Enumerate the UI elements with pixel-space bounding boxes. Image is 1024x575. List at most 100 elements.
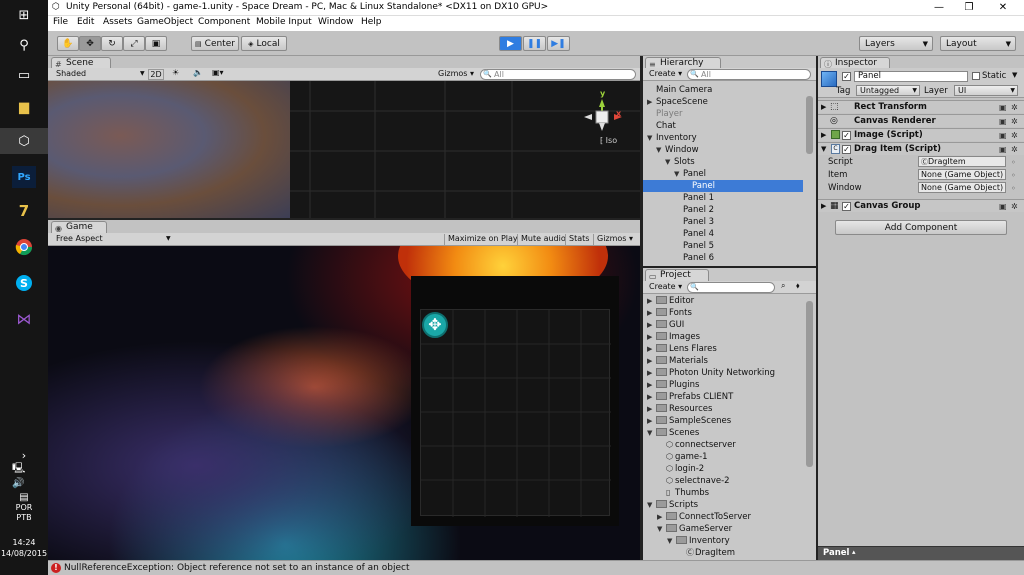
project-item[interactable]: ▶ Images [647, 331, 807, 343]
pause-button[interactable]: ❚❚ [523, 36, 546, 51]
hierarchy-item[interactable]: Panel 3 [643, 216, 803, 228]
project-item[interactable]: ▶ ConnectToServer [647, 511, 807, 523]
canvas-renderer-header[interactable]: ◎ Canvas Renderer ▣ ✲ [818, 114, 1024, 127]
status-bar[interactable]: ! NullReferenceException: Object referen… [48, 560, 1024, 575]
hierarchy-item[interactable]: ▼ Panel [643, 168, 803, 180]
project-item[interactable]: ▶ Lens Flares [647, 343, 807, 355]
gear-icon[interactable]: ✲ [1011, 116, 1020, 126]
project-item[interactable]: ▶ Materials [647, 355, 807, 367]
lighting-icon[interactable]: ☀ [172, 68, 179, 79]
language-code[interactable]: POR [0, 503, 48, 512]
help-book-icon[interactable]: ▣ [999, 130, 1008, 140]
hierarchy-item[interactable]: Panel 1 [643, 192, 803, 204]
project-item[interactable]: ▶ Editor [647, 295, 807, 307]
move-handle-icon[interactable]: ✥ [422, 312, 448, 338]
drag-item-enabled-checkbox[interactable]: ✓ [842, 145, 851, 154]
network-volume-icon[interactable]: 🖳🔊 [12, 463, 36, 489]
collapsed-arrow-icon[interactable]: ▶ [647, 415, 656, 427]
project-item[interactable]: ▯ Thumbs [647, 487, 807, 499]
project-item[interactable]: ⬡ selectnave-2 [647, 475, 807, 487]
project-scrollbar[interactable] [805, 295, 814, 560]
collapse-arrow-icon[interactable]: ▼ [821, 143, 826, 155]
item-object-field[interactable]: None (Game Object) [918, 169, 1006, 180]
menu-assets[interactable]: Assets [103, 17, 132, 27]
photoshop-icon[interactable]: Ps [12, 166, 36, 188]
orientation-gizmo[interactable]: y x ⁅ Iso [582, 89, 630, 149]
collapsed-arrow-icon[interactable]: ▶ [647, 307, 656, 319]
collapsed-arrow-icon[interactable]: ▶ [647, 391, 656, 403]
clock-date[interactable]: 14/08/2015 [0, 549, 48, 558]
gear-icon[interactable]: ✲ [1011, 102, 1020, 112]
menu-window[interactable]: Window [318, 17, 354, 27]
collapsed-arrow-icon[interactable]: ▶ [647, 295, 656, 307]
hierarchy-search-input[interactable]: All [687, 69, 811, 80]
mode-2d-toggle[interactable]: 2D [148, 69, 164, 80]
collapsed-arrow-icon[interactable]: ▶ [657, 511, 666, 523]
hierarchy-scrollbar[interactable] [805, 82, 814, 266]
close-icon[interactable]: ✕ [988, 0, 1018, 16]
tab-project[interactable]: ▭ Project [645, 269, 709, 281]
space-local-button[interactable]: ◈ Local [241, 36, 287, 51]
expand-arrow-icon[interactable]: ▶ [821, 200, 826, 212]
menu-help[interactable]: Help [361, 17, 382, 27]
move-tool-icon[interactable]: ✥ [79, 36, 101, 51]
collapsed-arrow-icon[interactable]: ▶ [647, 367, 656, 379]
play-button[interactable]: ▶ [499, 36, 522, 51]
expanded-arrow-icon[interactable]: ▼ [647, 427, 656, 439]
project-scroll-thumb[interactable] [806, 301, 813, 467]
rect-transform-header[interactable]: ▶ ⬚ Rect Transform ▣ ✲ [818, 100, 1024, 113]
project-item[interactable]: ⬡ game-1 [647, 451, 807, 463]
help-book-icon[interactable]: ▣ [999, 116, 1008, 126]
audio-icon[interactable]: 🔈 [193, 68, 203, 79]
preview-expand-icon[interactable]: ▴ [852, 548, 856, 556]
object-picker-icon[interactable]: ◦ [1011, 171, 1020, 180]
project-item[interactable]: ▼ GameServer [647, 523, 807, 535]
hierarchy-item[interactable]: Panel 5 [643, 240, 803, 252]
mute-audio-toggle[interactable]: Mute audio [517, 234, 566, 245]
object-picker-icon[interactable]: ◦ [1011, 158, 1020, 167]
project-item[interactable]: ▶ Plugins [647, 379, 807, 391]
hierarchy-item[interactable]: Chat [643, 120, 803, 132]
unity-taskbar-icon[interactable]: ⬡ [0, 128, 48, 154]
filter-label-icon[interactable]: ⬧ [796, 281, 800, 292]
object-picker-icon[interactable]: ◦ [1011, 184, 1020, 193]
expand-arrow-icon[interactable]: ▶ [821, 129, 826, 141]
project-item[interactable]: ⒸDragItem [647, 547, 807, 559]
expand-arrow-icon[interactable]: ▶ [821, 101, 826, 113]
tag-dropdown[interactable]: Untagged ▼ [856, 85, 920, 96]
hierarchy-scroll-thumb[interactable] [806, 96, 813, 154]
step-button[interactable]: ▶❚ [547, 36, 570, 51]
project-item[interactable]: ▶ Resources [647, 403, 807, 415]
expanded-arrow-icon[interactable]: ▼ [657, 523, 666, 535]
game-gizmos-dropdown[interactable]: Gizmos ▾ [593, 234, 633, 245]
skype-icon[interactable]: S [12, 272, 36, 294]
help-book-icon[interactable]: ▣ [999, 201, 1008, 211]
expanded-arrow-icon[interactable]: ▼ [665, 156, 674, 168]
hierarchy-item[interactable]: ▼ Window [643, 144, 803, 156]
hand-tool-icon[interactable]: ✋ [57, 36, 79, 51]
static-dropdown-icon[interactable]: ▼ [1012, 71, 1017, 79]
pivot-center-button[interactable]: ▤ Center [191, 36, 239, 51]
maximize-on-play-toggle[interactable]: Maximize on Play [444, 234, 518, 245]
aspect-dropdown[interactable]: Free Aspect ▼ [56, 234, 174, 245]
keyboard-layout[interactable]: PTB [0, 513, 48, 522]
collapsed-arrow-icon[interactable]: ▶ [647, 331, 656, 343]
minimize-icon[interactable]: — [924, 0, 954, 16]
shading-dropdown[interactable]: Shaded ▼ [56, 69, 146, 80]
canvas-group-enabled-checkbox[interactable]: ✓ [842, 202, 851, 211]
layer-dropdown[interactable]: UI ▼ [954, 85, 1018, 96]
project-item[interactable]: ▼ Scripts [647, 499, 807, 511]
clock-time[interactable]: 14:24 [0, 538, 48, 547]
project-item[interactable]: ▶ Photon Unity Networking [647, 367, 807, 379]
rect-tool-icon[interactable]: ▣ [145, 36, 167, 51]
file-explorer-icon[interactable]: ▆ [12, 96, 36, 118]
inventory-slots-grid[interactable] [420, 309, 611, 517]
hierarchy-item[interactable]: Panel [643, 180, 803, 192]
project-item[interactable]: ▼ Scenes [647, 427, 807, 439]
hierarchy-item[interactable]: ▼ Slots [643, 156, 803, 168]
hierarchy-item[interactable]: ▼ Inventory [643, 132, 803, 144]
object-name-field[interactable]: Panel [854, 71, 968, 82]
stats-toggle[interactable]: Stats [565, 234, 589, 245]
scene-nebula-preview[interactable] [48, 81, 290, 218]
help-book-icon[interactable]: ▣ [999, 144, 1008, 154]
